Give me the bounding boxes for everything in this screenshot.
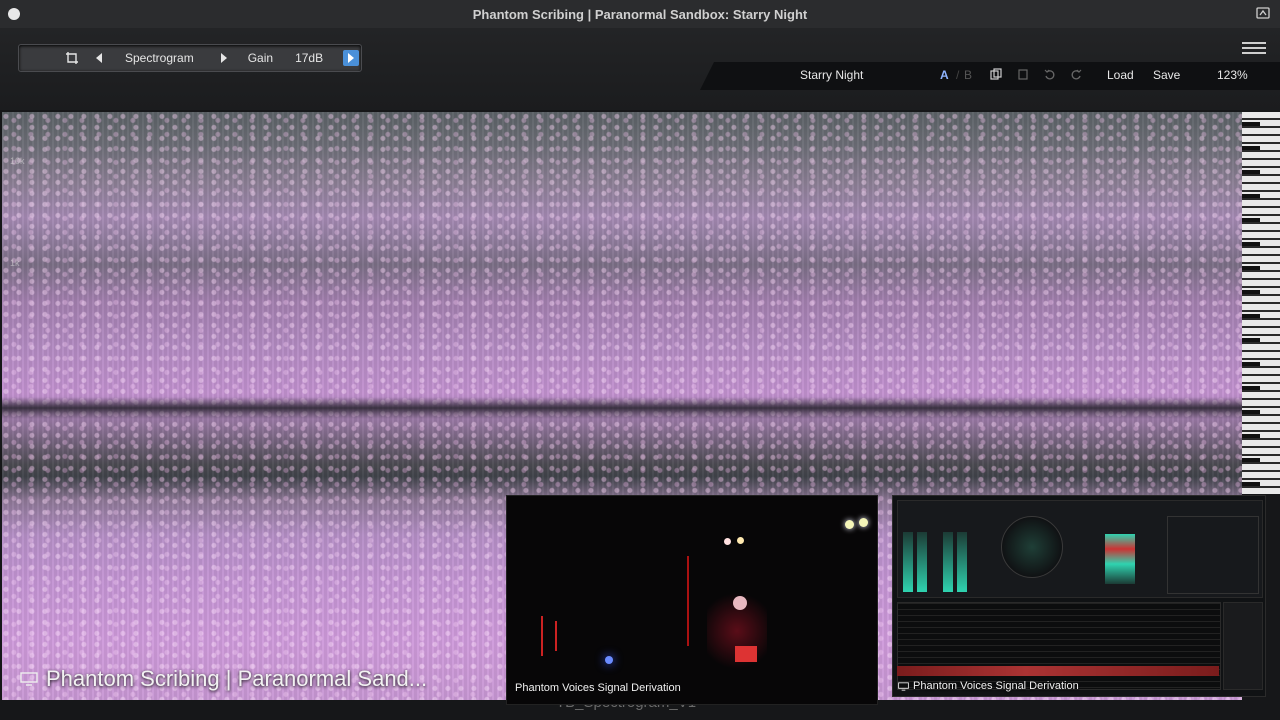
menu-icon[interactable] <box>1242 42 1266 56</box>
correlation-meter <box>1105 534 1135 584</box>
red-line <box>687 556 689 646</box>
meter-plugin-tile[interactable] <box>892 495 1266 697</box>
stereo-field <box>1167 516 1259 594</box>
camera-feed-tile[interactable]: Phantom Voices Signal Derivation <box>506 495 878 705</box>
meter-caption: Phantom Voices Signal Derivation <box>898 680 1079 692</box>
spectrum-analyzer <box>897 602 1221 690</box>
gain-value[interactable]: 17dB <box>295 51 323 65</box>
spectrogram-dark-band <box>2 397 1242 419</box>
play-icon <box>348 53 355 63</box>
analyzer-trace <box>897 666 1219 676</box>
share-icon[interactable] <box>1256 6 1270 20</box>
undo-icon[interactable] <box>1044 68 1056 80</box>
view-mode-label[interactable]: Spectrogram <box>125 51 194 65</box>
ab-slot-b[interactable]: B <box>964 68 972 82</box>
screen-icon <box>898 681 909 691</box>
red-line <box>555 621 557 651</box>
preset-name[interactable]: Starry Night <box>800 68 863 82</box>
vectorscope <box>1001 516 1063 578</box>
level-meter-bar <box>943 532 953 592</box>
piano-black-keys <box>1242 112 1260 494</box>
level-meter-bar <box>903 532 913 592</box>
freq-label-10k: 10k <box>10 156 25 166</box>
next-icon[interactable] <box>220 53 228 63</box>
camera-caption: Phantom Voices Signal Derivation <box>515 682 681 694</box>
gain-label: Gain <box>247 51 274 65</box>
copy-icon[interactable] <box>990 68 1002 80</box>
screen-icon <box>20 672 38 686</box>
window-title: Phantom Scribing | Paranormal Sandbox: S… <box>472 6 808 22</box>
zoom-level[interactable]: 123% <box>1217 68 1248 82</box>
ab-separator: / <box>956 68 960 82</box>
side-panel <box>1223 602 1263 690</box>
prev-icon[interactable] <box>95 53 103 63</box>
main-caption-text: Phantom Scribing | Paranormal Sand... <box>46 666 428 691</box>
light-dot <box>724 538 731 545</box>
save-button[interactable]: Save <box>1153 68 1180 82</box>
light-dot <box>737 537 744 544</box>
redo-icon[interactable] <box>1070 68 1082 80</box>
main-stream-caption: Phantom Scribing | Paranormal Sand... <box>20 666 427 692</box>
light-dot <box>859 518 868 527</box>
red-light <box>735 646 757 662</box>
level-meter-bar <box>917 532 927 592</box>
blue-light <box>605 656 613 664</box>
load-button[interactable]: Load <box>1107 68 1134 82</box>
fit-icon[interactable] <box>65 51 79 65</box>
light-dot <box>845 520 854 529</box>
close-window-button[interactable] <box>8 8 20 20</box>
paste-icon[interactable] <box>1017 68 1029 80</box>
freq-label-1k: 1k <box>10 258 20 268</box>
level-meter-bar <box>957 532 967 592</box>
meter-caption-text: Phantom Voices Signal Derivation <box>913 680 1079 692</box>
light-dot <box>733 596 747 610</box>
view-toolbar: Spectrogram Gain 17dB <box>18 44 362 72</box>
play-button[interactable] <box>343 50 360 66</box>
window-titlebar: Phantom Scribing | Paranormal Sandbox: S… <box>0 0 1280 29</box>
ab-slot-a[interactable]: A <box>940 68 949 82</box>
red-line <box>541 616 543 656</box>
